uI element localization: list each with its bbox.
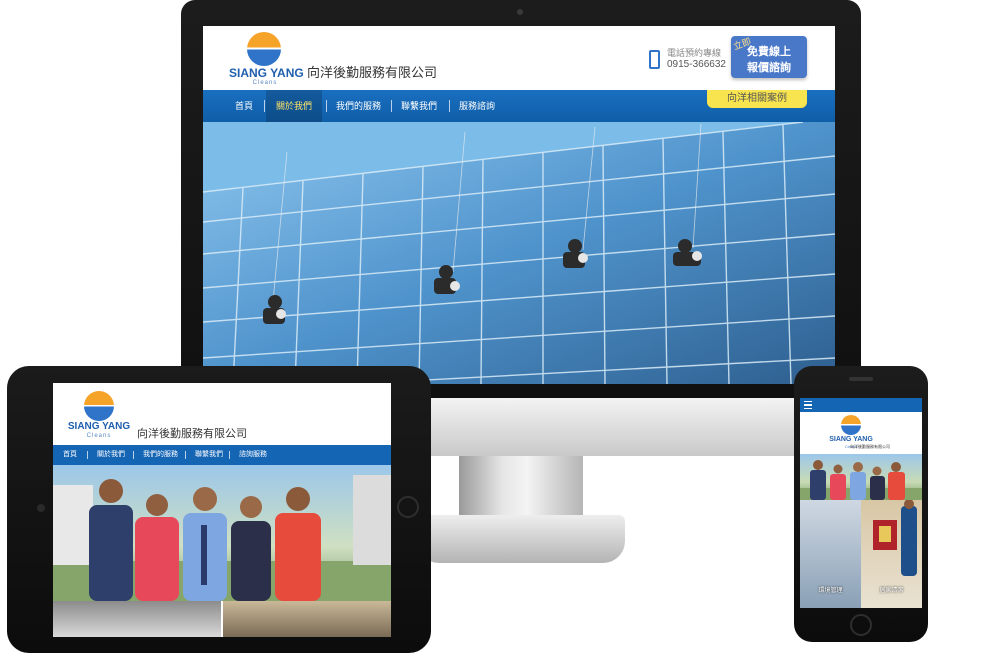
company-name: 向洋後勤服務有限公司 [850,444,890,449]
logo-text: SIANG YANG [67,421,131,432]
monitor-stand-neck [459,456,583,520]
cases-tab[interactable]: 向洋相關案例 [707,90,807,108]
phone-icon [649,50,660,69]
logo-text: SIANG YANG [829,436,873,443]
nav-home[interactable]: 首頁 [235,90,253,122]
camera-icon [37,504,45,512]
tile-caption: 環境管理 [818,588,843,594]
speaker-icon [849,377,873,381]
cta-line-2: 報價諮詢 [747,62,791,74]
service-tile-home-cleaning[interactable]: 居家清潔 [861,500,922,608]
logo-subtext: Cleans [86,433,112,439]
home-button-icon [850,614,872,636]
nav-separator [133,451,134,459]
site-header: SIANG YANG Cleans 向洋後勤服務有限公司 電話預約專線 0915… [203,26,835,90]
hamburger-menu-icon[interactable] [804,401,812,409]
nav-separator [185,451,186,459]
phone-screen: SIANG YANG Cleans 向洋後勤服務有限公司 環境管理 居家清潔 [800,398,922,608]
nav-separator [87,451,88,459]
nav-home[interactable]: 首頁 [63,445,77,465]
tile-caption: 居家清潔 [879,588,904,594]
home-button-icon [397,496,419,518]
nav-consult[interactable]: 服務諮詢 [459,90,495,122]
phone-label: 電話預約專線 [667,48,722,58]
free-quote-button[interactable]: 立即 免費線上 報價諮詢 [731,36,807,78]
tablet-screen: SIANG YANG Cleans 向洋後勤服務有限公司 首頁 關於我們 我們的… [53,383,391,637]
nav-about[interactable]: 關於我們 [97,445,125,465]
camera-icon [517,9,523,15]
company-name: 向洋後勤服務有限公司 [307,65,438,80]
logo-sun-icon [84,391,114,421]
phone-number[interactable]: 0915-366632 [667,59,726,70]
tile-image-worker [223,601,391,637]
tile-image-interior [53,601,221,637]
nav-consult[interactable]: 諮詢服務 [239,445,267,465]
logo-subtext: Cleans [252,80,278,86]
logo-text: SIANG YANG [229,66,304,80]
nav-contact[interactable]: 聯繫我們 [195,445,223,465]
main-nav: 首頁 關於我們 我們的服務 聯繫我們 諮詢服務 [53,445,391,465]
company-name: 向洋後勤服務有限公司 [137,428,247,440]
logo-sun-icon [247,32,281,66]
site-logo[interactable]: SIANG YANG Cleans [229,32,304,88]
monitor-stand-foot [417,515,625,563]
logo-sun-icon [841,415,861,435]
hero-image-window-cleaners [203,122,835,384]
nav-about[interactable]: 關於我們 [266,90,323,122]
hero-image-team-photo [53,465,391,601]
mobile-topbar [800,398,922,412]
site-logo[interactable]: SIANG YANG Cleans [67,391,131,439]
nav-services[interactable]: 我們的服務 [336,90,381,122]
nav-contact[interactable]: 聯繫我們 [401,90,437,122]
phone-mockup: SIANG YANG Cleans 向洋後勤服務有限公司 環境管理 居家清潔 [794,366,928,642]
nav-separator [391,100,392,112]
nav-separator [229,451,230,459]
tablet-mockup: SIANG YANG Cleans 向洋後勤服務有限公司 首頁 關於我們 我們的… [7,366,431,653]
nav-separator [326,100,327,112]
service-tile-environment[interactable]: 環境管理 [800,500,861,608]
cta-line-1: 免費線上 [747,46,791,58]
desktop-screen: SIANG YANG Cleans 向洋後勤服務有限公司 電話預約專線 0915… [203,26,835,384]
nav-services[interactable]: 我們的服務 [143,445,178,465]
nav-separator [449,100,450,112]
nav-separator [264,100,265,112]
hero-image-team-photo [800,454,922,500]
